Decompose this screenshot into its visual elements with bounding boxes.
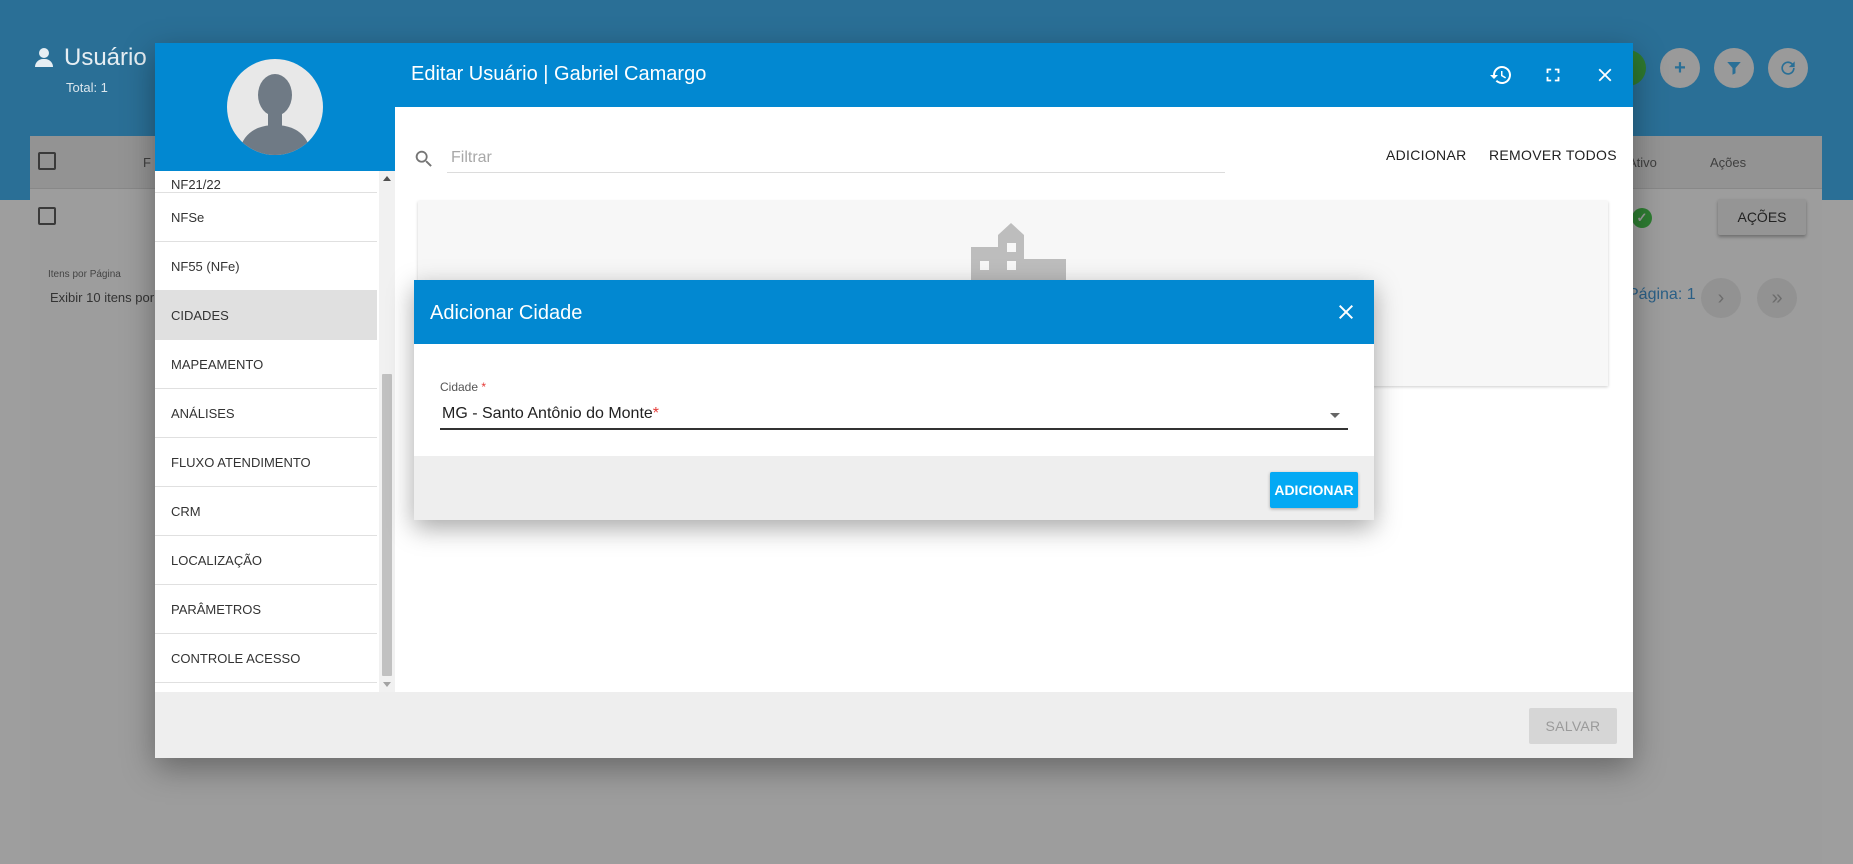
remove-all-button[interactable]: REMOVER TODOS xyxy=(1489,147,1617,163)
last-page-icon[interactable]: » xyxy=(1757,278,1797,318)
next-page-icon[interactable]: › xyxy=(1701,278,1741,318)
filter-icon[interactable] xyxy=(1714,48,1754,88)
dropdown-arrow-icon[interactable] xyxy=(1330,413,1340,418)
active-check-icon: ✓ xyxy=(1632,208,1652,228)
add-city-dialog-footer xyxy=(414,456,1374,520)
sidebar-item-nf55[interactable]: NF55 (NFe) xyxy=(155,242,377,291)
add-city-dialog: Adicionar Cidade Cidade * MG - Santo Ant… xyxy=(414,280,1374,520)
filter-input[interactable] xyxy=(447,143,1225,173)
save-button[interactable]: SALVAR xyxy=(1529,708,1617,744)
sidebar-scrollbar-thumb[interactable] xyxy=(382,374,392,676)
history-icon[interactable] xyxy=(1487,61,1515,89)
column-header-first: F xyxy=(143,155,151,170)
required-mark: * xyxy=(652,405,660,422)
row-checkbox[interactable] xyxy=(38,207,56,225)
avatar-block xyxy=(155,43,395,171)
edit-dialog-title: Editar Usuário | Gabriel Camargo xyxy=(411,63,707,85)
sidebar-item-nfse[interactable]: NFSe xyxy=(155,193,377,242)
sidebar-item-fluxo-atendimento[interactable]: FLUXO ATENDIMENTO xyxy=(155,438,377,487)
background-fab-group: + xyxy=(1660,48,1808,88)
add-city-text-button[interactable]: ADICIONAR xyxy=(1386,147,1467,163)
sidebar-item-mapeamento[interactable]: MAPEAMENTO xyxy=(155,340,377,389)
add-button[interactable]: ADICIONAR xyxy=(1270,472,1358,508)
close-icon[interactable] xyxy=(1591,61,1619,89)
sidebar-list: NF21/22 NFSe NF55 (NFe) CIDADES MAPEAMEN… xyxy=(155,171,377,683)
sidebar-item-analises[interactable]: ANÁLISES xyxy=(155,389,377,438)
city-building-icon xyxy=(971,223,1066,283)
required-mark: * xyxy=(481,380,487,394)
edit-sidebar: NF21/22 NFSe NF55 (NFe) CIDADES MAPEAMEN… xyxy=(155,171,395,692)
add-icon[interactable]: + xyxy=(1660,48,1700,88)
sidebar-item-localizacao[interactable]: LOCALIZAÇÃO xyxy=(155,536,377,585)
sidebar-item-parametros[interactable]: PARÂMETROS xyxy=(155,585,377,634)
person-icon xyxy=(34,48,54,68)
scroll-down-icon[interactable] xyxy=(383,682,391,687)
avatar[interactable] xyxy=(227,59,323,155)
sidebar-item-cidades[interactable]: CIDADES xyxy=(155,291,377,340)
column-header-acoes: Ações xyxy=(1710,155,1747,170)
sidebar-item-nf2122[interactable]: NF21/22 xyxy=(155,171,377,193)
close-icon[interactable] xyxy=(1334,300,1358,324)
row-actions-button[interactable]: AÇÕES xyxy=(1718,199,1806,235)
city-select[interactable]: MG - Santo Antônio do Monte* xyxy=(440,400,1348,430)
sidebar-item-crm[interactable]: CRM xyxy=(155,487,377,536)
refresh-icon[interactable] xyxy=(1768,48,1808,88)
search-icon xyxy=(413,148,435,170)
items-per-page-select[interactable]: Exibir 10 itens por xyxy=(50,290,154,305)
background-page-title: Usuário xyxy=(34,44,147,72)
scroll-up-icon[interactable] xyxy=(383,176,391,181)
fullscreen-icon[interactable] xyxy=(1539,61,1567,89)
add-city-dialog-title: Adicionar Cidade xyxy=(430,302,583,324)
city-select-value: MG - Santo Antônio do Monte* xyxy=(442,405,660,422)
city-field-label: Cidade * xyxy=(440,380,487,394)
background-total: Total: 1 xyxy=(66,80,108,95)
sidebar-item-controle-acesso[interactable]: CONTROLE ACESSO xyxy=(155,634,377,683)
select-all-checkbox[interactable] xyxy=(38,152,56,170)
pagination-label: Página: 1 xyxy=(1628,286,1696,303)
user-silhouette-icon xyxy=(239,74,311,155)
items-per-page-label: Itens por Página xyxy=(48,269,121,280)
edit-dialog-footer xyxy=(155,692,1633,758)
